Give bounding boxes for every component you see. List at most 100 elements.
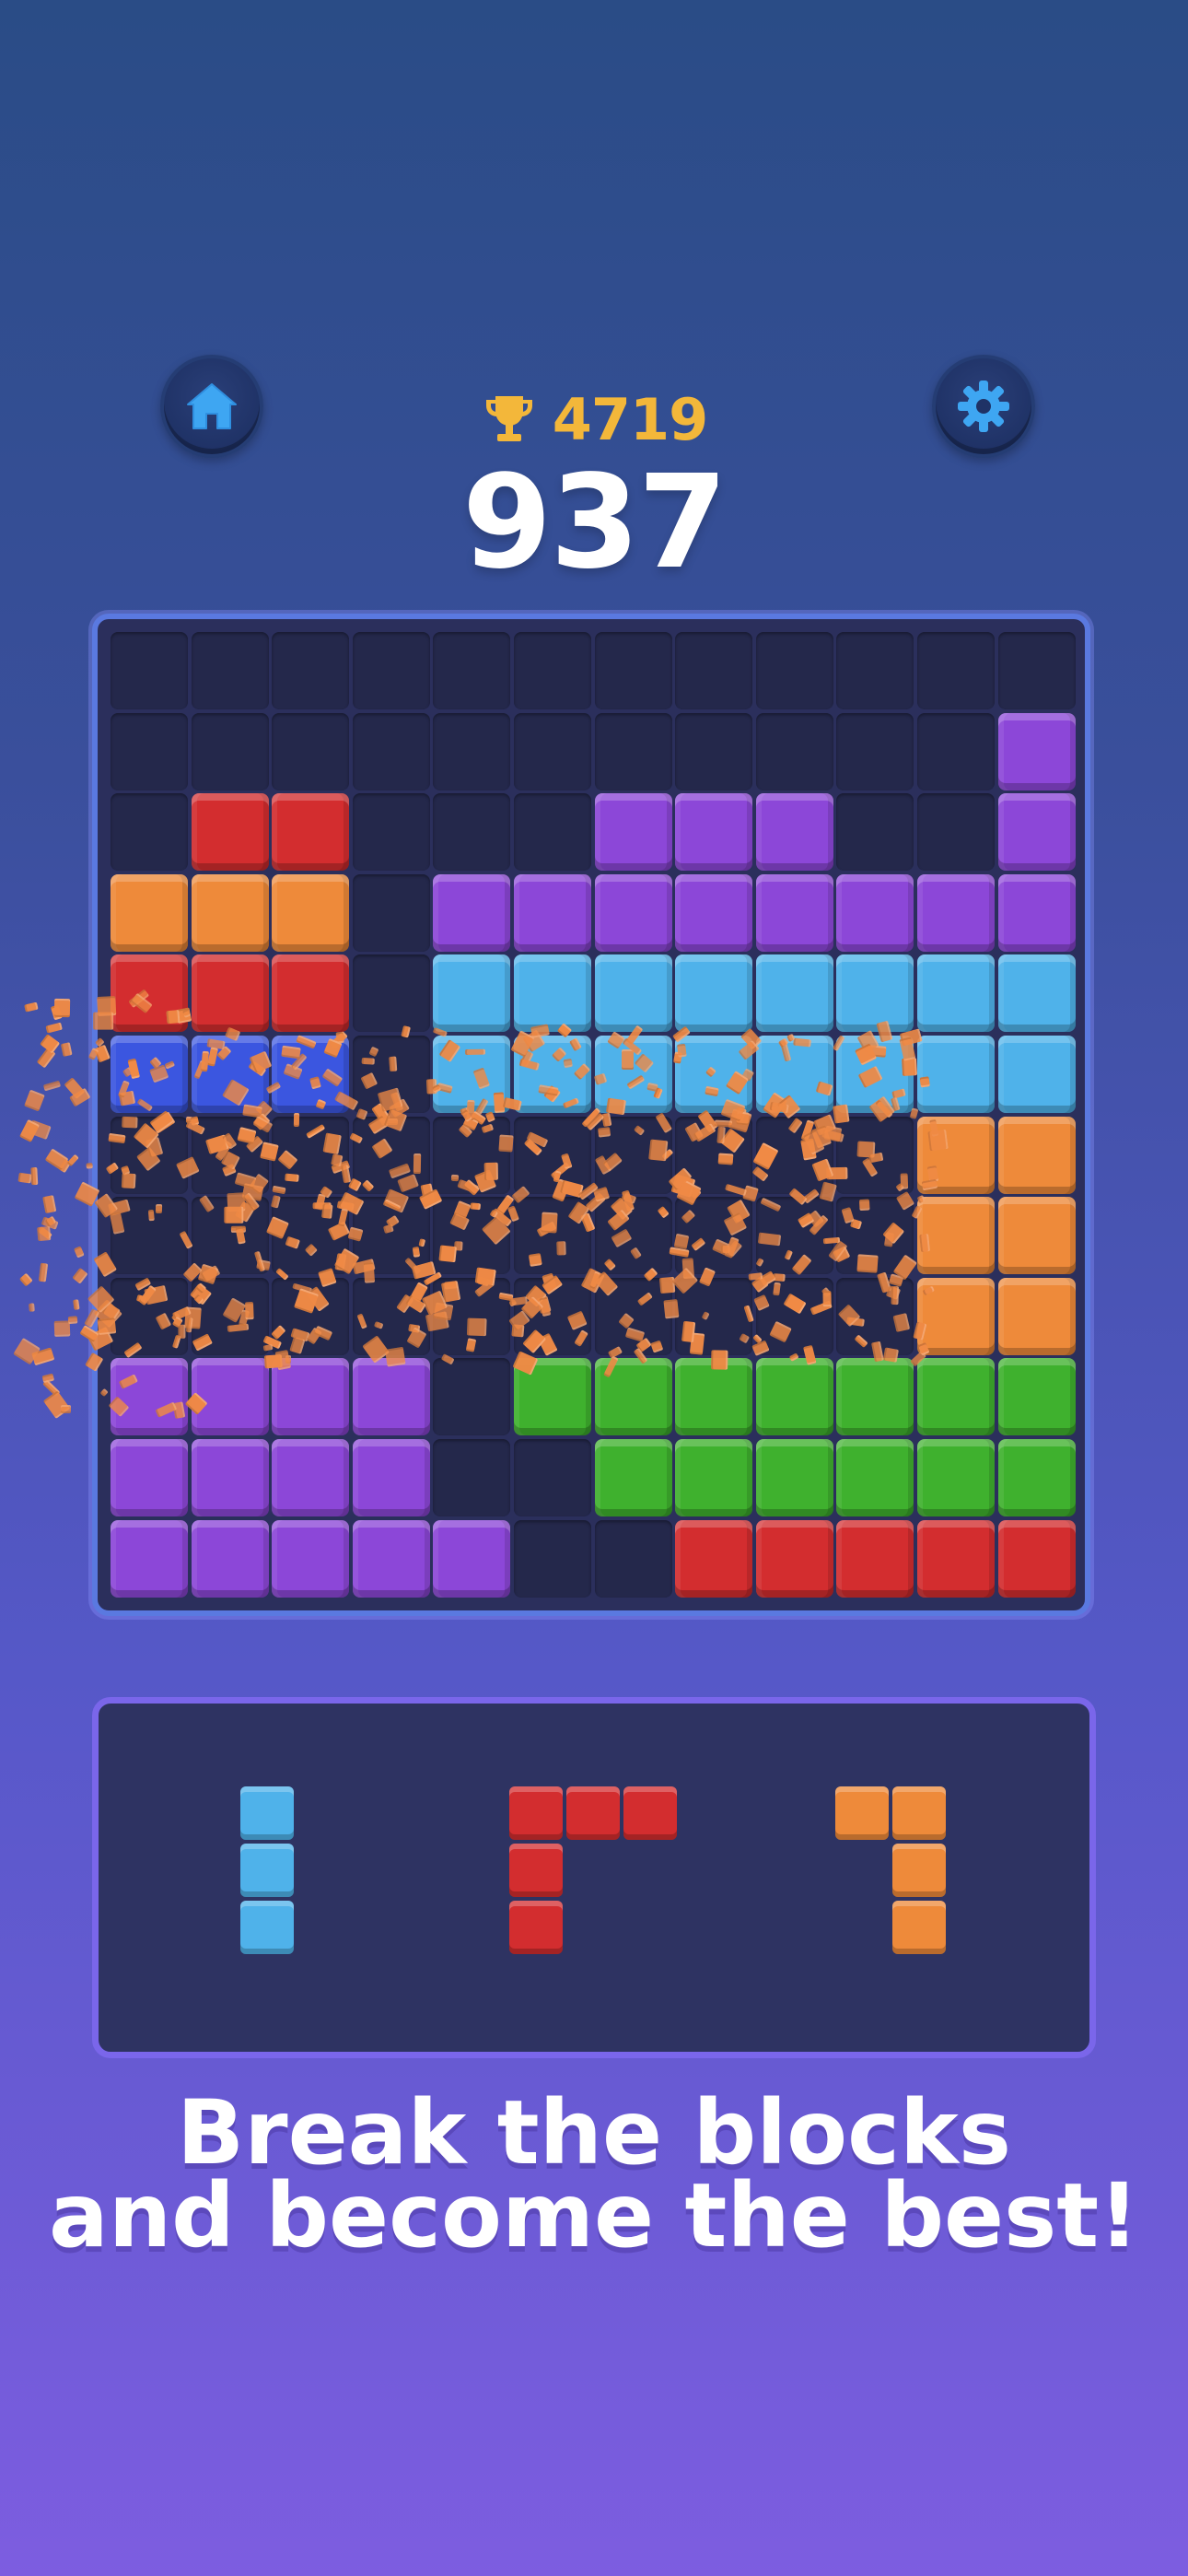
board-cell-purple[interactable]	[997, 873, 1076, 952]
board-cell-purple[interactable]	[272, 1439, 350, 1516]
board-cell-cyan[interactable]	[997, 954, 1076, 1033]
board-cell-green[interactable]	[997, 1439, 1076, 1516]
board-cell-purple[interactable]	[755, 793, 833, 872]
board-cell-purple[interactable]	[191, 1358, 269, 1436]
board-cell-red[interactable]	[675, 1519, 753, 1598]
board-cell-green[interactable]	[836, 1439, 914, 1516]
board-cell-empty[interactable]	[352, 712, 430, 790]
board-cell-purple[interactable]	[111, 1519, 188, 1598]
board-cell-green[interactable]	[594, 1439, 672, 1516]
board-cell-empty[interactable]	[755, 712, 833, 790]
board-cell-purple[interactable]	[997, 712, 1076, 790]
board-cell-empty[interactable]	[111, 632, 188, 709]
board-cell-empty[interactable]	[433, 632, 511, 709]
board-cell-empty[interactable]	[997, 632, 1076, 709]
board-cell-purple[interactable]	[111, 1358, 188, 1436]
board-cell-orange[interactable]	[191, 873, 269, 952]
board-cell-cyan[interactable]	[594, 954, 672, 1033]
board-cell-empty[interactable]	[433, 1439, 511, 1516]
board-cell-empty[interactable]	[514, 1519, 591, 1598]
board-cell-empty[interactable]	[917, 712, 995, 790]
board-cell-empty[interactable]	[111, 712, 188, 790]
board-cell-cyan[interactable]	[755, 954, 833, 1033]
board-cell-purple[interactable]	[514, 873, 591, 952]
board-cell-red[interactable]	[917, 1519, 995, 1598]
board-cell-purple[interactable]	[272, 1358, 350, 1436]
board-cell-purple[interactable]	[111, 1439, 188, 1516]
board-cell-empty[interactable]	[594, 632, 672, 709]
board-cell-red[interactable]	[272, 954, 350, 1033]
board-cell-empty[interactable]	[433, 1358, 511, 1436]
board-cell-empty[interactable]	[191, 712, 269, 790]
board-cell-empty[interactable]	[836, 793, 914, 872]
board-cell-purple[interactable]	[917, 873, 995, 952]
board-cell-green[interactable]	[675, 1358, 753, 1436]
board-cell-orange[interactable]	[997, 1197, 1076, 1275]
board-cell-cyan[interactable]	[433, 954, 511, 1033]
board-cell-empty[interactable]	[675, 712, 753, 790]
board-cell-green[interactable]	[917, 1358, 995, 1436]
board-cell-purple[interactable]	[433, 873, 511, 952]
board-cell-orange[interactable]	[111, 873, 188, 952]
board-cell-orange[interactable]	[917, 1197, 995, 1275]
board-cell-empty[interactable]	[514, 793, 591, 872]
game-board[interactable]	[12, 614, 1090, 1616]
board-cell-empty[interactable]	[352, 793, 430, 872]
board-cell-red[interactable]	[191, 793, 269, 872]
board-cell-empty[interactable]	[191, 632, 269, 709]
board-cell-orange[interactable]	[272, 873, 350, 952]
board-cell-purple[interactable]	[675, 873, 753, 952]
board-cell-orange[interactable]	[997, 1277, 1076, 1355]
board-cell-cyan[interactable]	[917, 954, 995, 1033]
board-cell-cyan[interactable]	[836, 954, 914, 1033]
board-cell-purple[interactable]	[836, 873, 914, 952]
board-cell-red[interactable]	[272, 793, 350, 872]
board-cell-red[interactable]	[755, 1519, 833, 1598]
board-cell-purple[interactable]	[594, 793, 672, 872]
board-cell-empty[interactable]	[836, 712, 914, 790]
board-cell-green[interactable]	[755, 1358, 833, 1436]
board-cell-purple[interactable]	[997, 793, 1076, 872]
board-cell-red[interactable]	[191, 954, 269, 1033]
board-cell-purple[interactable]	[191, 1439, 269, 1516]
board-cell-green[interactable]	[997, 1358, 1076, 1436]
board-cell-purple[interactable]	[191, 1519, 269, 1598]
board-cell-empty[interactable]	[272, 712, 350, 790]
board-cell-purple[interactable]	[352, 1439, 430, 1516]
board-cell-empty[interactable]	[514, 712, 591, 790]
board-cell-green[interactable]	[675, 1439, 753, 1516]
board-cell-empty[interactable]	[433, 793, 511, 872]
board-cell-orange[interactable]	[997, 1116, 1076, 1194]
board-cell-green[interactable]	[836, 1358, 914, 1436]
board-cell-empty[interactable]	[514, 1116, 591, 1194]
board-cell-purple[interactable]	[755, 873, 833, 952]
board-cell-purple[interactable]	[675, 793, 753, 872]
board-cell-empty[interactable]	[111, 793, 188, 872]
board-cell-empty[interactable]	[594, 712, 672, 790]
board-cell-cyan[interactable]	[917, 1036, 995, 1113]
board-cell-empty[interactable]	[755, 632, 833, 709]
board-cell-empty[interactable]	[917, 632, 995, 709]
board-cell-empty[interactable]	[352, 954, 430, 1033]
board-cell-empty[interactable]	[352, 632, 430, 709]
board-cell-purple[interactable]	[433, 1519, 511, 1598]
board-cell-red[interactable]	[836, 1519, 914, 1598]
board-cell-empty[interactable]	[917, 793, 995, 872]
board-cell-empty[interactable]	[514, 1439, 591, 1516]
board-cell-blue[interactable]	[191, 1036, 269, 1113]
board-cell-empty[interactable]	[352, 873, 430, 952]
board-cell-purple[interactable]	[272, 1519, 350, 1598]
board-cell-purple[interactable]	[352, 1358, 430, 1436]
board-cell-empty[interactable]	[836, 632, 914, 709]
board-cell-empty[interactable]	[675, 632, 753, 709]
board-cell-cyan[interactable]	[675, 954, 753, 1033]
board-cell-empty[interactable]	[514, 632, 591, 709]
board-cell-purple[interactable]	[594, 873, 672, 952]
board-cell-empty[interactable]	[594, 1519, 672, 1598]
board-cell-cyan[interactable]	[997, 1036, 1076, 1113]
board-cell-purple[interactable]	[352, 1519, 430, 1598]
board-cell-red[interactable]	[997, 1519, 1076, 1598]
board-cell-green[interactable]	[755, 1439, 833, 1516]
board-cell-cyan[interactable]	[514, 954, 591, 1033]
board-cell-empty[interactable]	[433, 712, 511, 790]
